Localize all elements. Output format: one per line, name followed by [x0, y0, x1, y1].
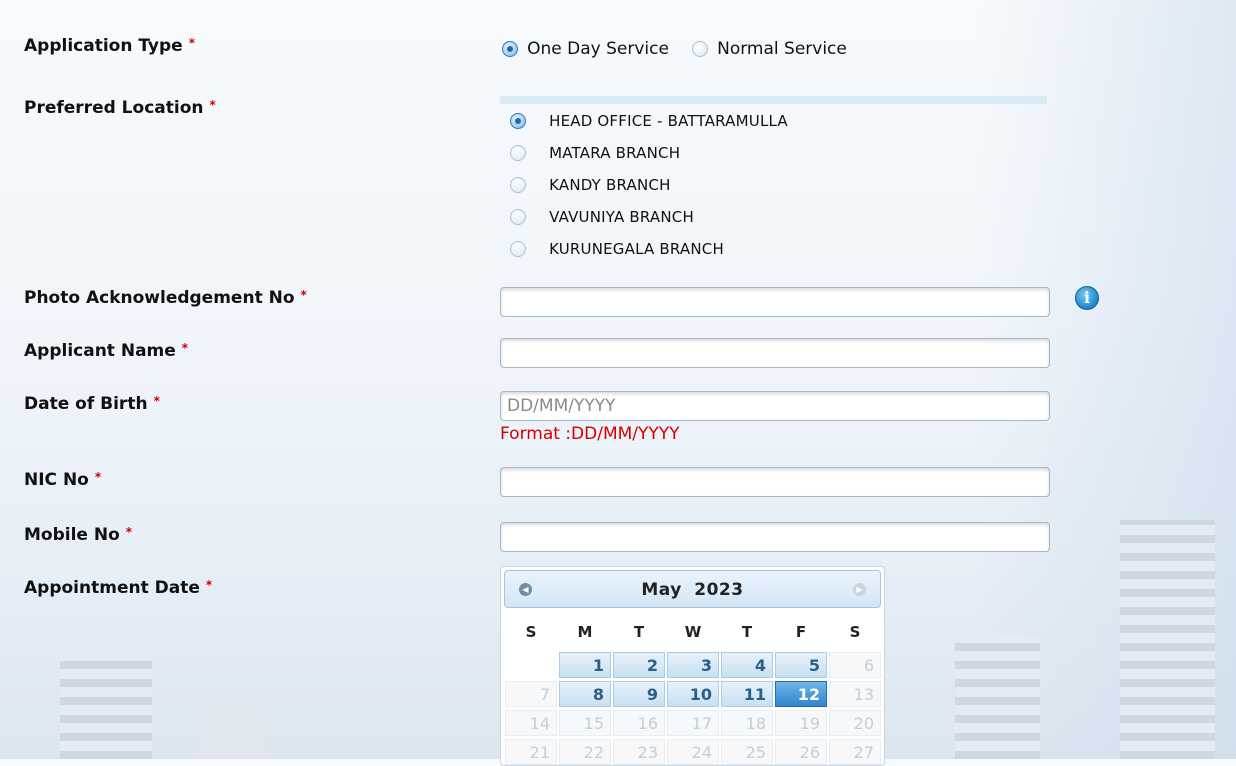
background-building: [60, 655, 152, 759]
calendar-day[interactable]: 12: [775, 681, 827, 707]
applicant-name-label: Applicant Name *: [24, 341, 189, 361]
radio-one-day-service[interactable]: One Day Service: [502, 38, 674, 59]
radio-icon: [510, 176, 526, 193]
photo-ack-label: Photo Acknowledgement No *: [24, 288, 307, 308]
radio-icon: [510, 240, 526, 257]
radio-icon: [502, 40, 518, 57]
required-mark: *: [300, 288, 307, 302]
calendar-day[interactable]: 4: [721, 652, 773, 678]
calendar-day: 26: [775, 739, 827, 765]
weekday-header: T: [633, 623, 645, 641]
calendar-day: 23: [613, 739, 665, 765]
radio-icon: [510, 208, 526, 225]
required-mark: *: [181, 341, 189, 355]
required-mark: *: [153, 394, 160, 408]
applicant-name-input[interactable]: [500, 338, 1050, 368]
calendar-day[interactable]: 11: [721, 681, 773, 707]
calendar-day: 17: [667, 710, 719, 736]
radio-icon: [510, 112, 526, 129]
next-month-icon[interactable]: ▶: [853, 583, 866, 596]
weekday-header: S: [849, 623, 861, 641]
appointment-date-label: Appointment Date *: [24, 578, 213, 598]
calendar-title: May 2023: [505, 580, 880, 600]
calendar-day: 21: [505, 739, 557, 765]
preferred-location-label: Preferred Location *: [24, 98, 216, 118]
radio-icon: [692, 40, 709, 57]
calendar-day: 20: [829, 710, 881, 736]
info-icon[interactable]: i: [1075, 286, 1099, 310]
weekday-header: F: [795, 623, 807, 641]
photo-ack-input[interactable]: [500, 287, 1050, 317]
dob-format-hint: Format :DD/MM/YYYY: [500, 424, 680, 444]
location-option-head-office[interactable]: HEAD OFFICE - BATTARAMULLA: [510, 110, 788, 130]
mobile-label: Mobile No *: [24, 525, 133, 545]
application-type-label: Application Type *: [24, 36, 195, 56]
radio-normal-service[interactable]: Normal Service: [692, 38, 847, 59]
location-option-matara[interactable]: MATARA BRANCH: [510, 142, 680, 162]
required-mark: *: [205, 578, 213, 592]
calendar-day[interactable]: 8: [559, 681, 611, 707]
mobile-input[interactable]: [500, 522, 1050, 552]
calendar-day[interactable]: 1: [559, 652, 611, 678]
calendar-day: 13: [829, 681, 881, 707]
calendar-day[interactable]: 3: [667, 652, 719, 678]
calendar-day: 27: [829, 739, 881, 765]
calendar-day[interactable]: 10: [667, 681, 719, 707]
location-option-kandy[interactable]: KANDY BRANCH: [510, 174, 671, 194]
weekday-header: M: [577, 623, 593, 641]
weekday-header: S: [525, 623, 537, 641]
calendar-day: 25: [721, 739, 773, 765]
weekday-header: T: [741, 623, 753, 641]
calendar-day: 14: [505, 710, 557, 736]
required-mark: *: [209, 98, 216, 112]
calendar-month: May: [641, 580, 682, 600]
dob-label: Date of Birth *: [24, 394, 160, 414]
radio-icon: [510, 144, 526, 161]
calendar-day: 24: [667, 739, 719, 765]
calendar-day[interactable]: 2: [613, 652, 665, 678]
calendar-day: 15: [559, 710, 611, 736]
background-building: [1120, 520, 1215, 759]
nic-label: NIC No *: [24, 470, 102, 490]
dob-input[interactable]: [500, 391, 1050, 421]
calendar-day: 19: [775, 710, 827, 736]
appointment-calendar: ◀ May 2023 ▶ S M T W T F S 1 2 3 4 5 6 7 8 9 10 11 12 13 14 1…: [500, 566, 885, 766]
required-mark: *: [94, 470, 102, 484]
location-list-header: [500, 96, 1047, 104]
calendar-day: 18: [721, 710, 773, 736]
weekday-header: W: [684, 623, 702, 641]
calendar-year: 2023: [694, 580, 744, 600]
calendar-day: 7: [505, 681, 557, 707]
nic-input[interactable]: [500, 467, 1050, 497]
background-building: [955, 635, 1040, 759]
calendar-day: 6: [829, 652, 881, 678]
application-type-radio-group: One Day Service Normal Service: [502, 38, 847, 59]
calendar-day[interactable]: 9: [613, 681, 665, 707]
required-mark: *: [125, 525, 133, 539]
calendar-day: 22: [559, 739, 611, 765]
calendar-day: 16: [613, 710, 665, 736]
required-mark: *: [188, 36, 195, 50]
calendar-header: ◀ May 2023 ▶: [504, 570, 881, 608]
location-option-kurunegala[interactable]: KURUNEGALA BRANCH: [510, 238, 724, 258]
location-option-vavuniya[interactable]: VAVUNIYA BRANCH: [510, 206, 694, 226]
background-building: [196, 700, 271, 759]
calendar-day[interactable]: 5: [775, 652, 827, 678]
